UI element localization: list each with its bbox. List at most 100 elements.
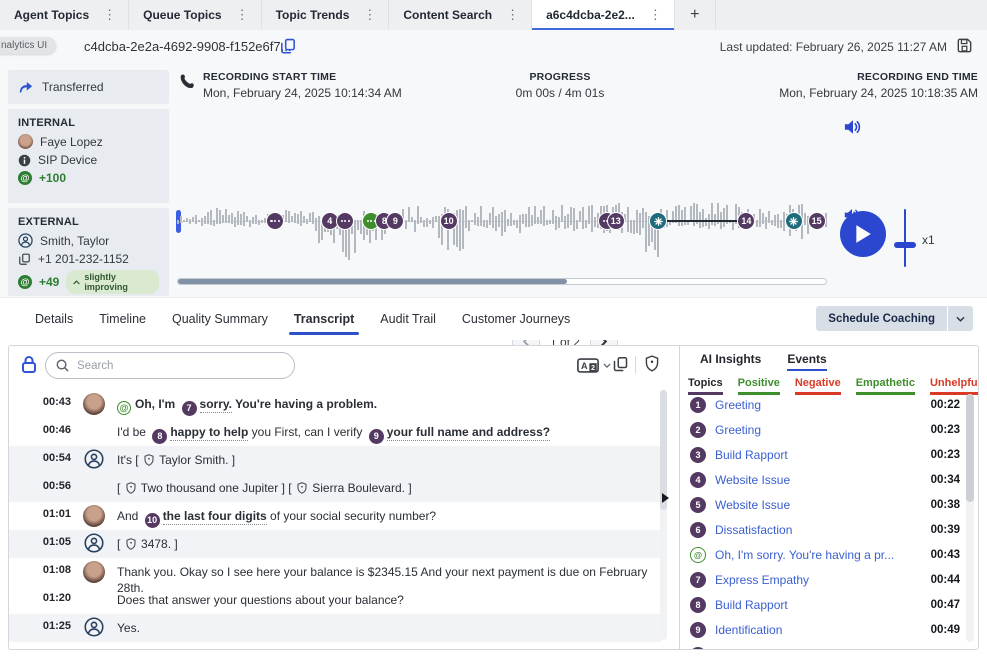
transcript-search-input[interactable] (75, 359, 284, 373)
event-row[interactable]: 7Express Empathy00:44 (680, 567, 968, 592)
copy-transcript-icon[interactable] (613, 356, 628, 373)
transcript-scrollbar-thumb[interactable] (660, 390, 667, 510)
events-scrollbar-thumb[interactable] (966, 394, 974, 502)
waveform-scrollbar-thumb[interactable] (178, 279, 567, 284)
transcript-row[interactable]: 00:56[ Two thousand one Jupiter ] [ Sier… (9, 474, 661, 502)
insights-tab-ai-insights[interactable]: AI Insights (700, 352, 761, 371)
event-badge-7[interactable]: 7 (182, 401, 197, 416)
event-number-badge: 2 (690, 422, 706, 438)
event-badge-9[interactable]: 9 (369, 429, 384, 444)
event-row[interactable]: 5Website Issue00:38 (680, 492, 968, 517)
redaction-shield-icon[interactable] (645, 355, 659, 372)
event-label-link[interactable]: Greeting (715, 398, 916, 412)
translate-icon: A2 (577, 358, 599, 373)
waveform-bar (471, 220, 473, 222)
transcript-row[interactable]: 00:54It's [ Taylor Smith. ] (9, 446, 661, 474)
event-marker-14[interactable]: 14 (737, 212, 755, 230)
segment-marker[interactable] (785, 212, 803, 230)
event-badge-10[interactable]: 10 (145, 513, 160, 528)
tab-quality-summary[interactable]: Quality Summary (159, 298, 281, 340)
waveform-scrollbar[interactable] (177, 278, 827, 285)
event-marker-15[interactable]: 15 (808, 212, 826, 230)
event-label-link[interactable]: Website Issue (715, 473, 916, 487)
speed-slider-handle[interactable] (894, 242, 916, 248)
event-label-link[interactable]: Oh, I'm sorry. You're having a pr... (715, 548, 916, 562)
overflow-marker[interactable] (336, 212, 354, 230)
event-row[interactable]: 2 Greeting00:23 (680, 417, 968, 442)
event-label-link[interactable]: Identification (715, 648, 916, 651)
event-row[interactable]: 9Identification00:49 (680, 617, 968, 642)
chevron-up-icon (73, 280, 80, 285)
event-label-link[interactable]: Build Rapport (715, 598, 916, 612)
keyphrase-text: sorry. (200, 397, 232, 413)
waveform-bar (195, 215, 197, 223)
transcript-content-container: A2 00:43@Oh, I'm 7sorry. You're having a… (8, 345, 979, 650)
event-marker-9[interactable]: 9 (386, 212, 404, 230)
browser-tab[interactable]: Queue Topics⋮ (129, 0, 261, 30)
event-label-link[interactable]: Build Rapport (715, 448, 916, 462)
event-marker-10[interactable]: 10 (440, 212, 458, 230)
event-timestamp: 00:23 (916, 424, 960, 436)
event-label-link[interactable]: Website Issue (715, 498, 916, 512)
waveform-bar (504, 210, 506, 232)
overflow-marker[interactable] (266, 212, 284, 230)
kebab-menu-icon[interactable]: ⋮ (236, 7, 249, 23)
event-row[interactable]: 8Build Rapport00:47 (680, 592, 968, 617)
kebab-menu-icon[interactable]: ⋮ (506, 7, 519, 23)
event-badge-8[interactable]: 8 (152, 429, 167, 444)
browser-tab[interactable]: Content Search⋮ (389, 0, 532, 30)
kebab-menu-icon[interactable]: ⋮ (649, 7, 662, 23)
waveform-bar (306, 219, 308, 224)
transcript-row[interactable]: 00:43@Oh, I'm 7sorry. You're having a pr… (9, 390, 661, 418)
event-row[interactable]: 6Dissatisfaction00:39 (680, 517, 968, 542)
tab-audit-trail[interactable]: Audit Trail (367, 298, 449, 340)
translate-button[interactable]: A2 (577, 358, 611, 373)
waveform-bar (756, 220, 758, 227)
waveform[interactable]: 48910131415 (177, 175, 827, 267)
redaction-shield-icon (126, 482, 136, 494)
tab-details[interactable]: Details (22, 298, 86, 340)
tab-timeline[interactable]: Timeline (86, 298, 159, 340)
transcript-scrollbar[interactable] (660, 390, 667, 640)
event-row[interactable]: 1Greeting00:22 (680, 392, 968, 417)
event-label-link[interactable]: Dissatisfaction (715, 523, 916, 537)
copy-id-icon[interactable] (280, 38, 296, 55)
new-tab-button[interactable]: + (675, 0, 716, 30)
events-scrollbar[interactable] (966, 394, 974, 642)
kebab-menu-icon[interactable]: ⋮ (363, 7, 376, 23)
event-row[interactable]: 3Build Rapport00:23 (680, 442, 968, 467)
schedule-coaching-button[interactable]: Schedule Coaching (816, 306, 947, 331)
event-marker-13[interactable]: 13 (607, 212, 625, 230)
kebab-menu-icon[interactable]: ⋮ (103, 7, 116, 23)
schedule-coaching-menu-button[interactable] (948, 306, 973, 331)
plain-text: you First, can I verify (248, 425, 365, 439)
browser-tab[interactable]: a6c4dcba-2e2...⋮ (532, 0, 675, 30)
event-label-link[interactable]: Identification (715, 623, 916, 637)
tab-transcript[interactable]: Transcript (281, 298, 367, 340)
event-label-link[interactable]: Greeting (715, 423, 916, 437)
browser-tab[interactable]: Topic Trends⋮ (262, 0, 390, 30)
transcript-row[interactable]: 01:25Yes. (9, 614, 661, 642)
browser-tab[interactable]: Agent Topics⋮ (0, 0, 129, 30)
speed-slider[interactable] (904, 209, 906, 267)
transcript-row[interactable]: 01:08Thank you. Okay so I see here your … (9, 558, 661, 586)
segment-marker[interactable] (649, 212, 667, 230)
redaction-shield-icon (144, 454, 154, 466)
panel-collapse-arrow[interactable] (662, 493, 669, 503)
transcript-row[interactable]: 01:01And 10the last four digits of your … (9, 502, 661, 530)
volume-icon[interactable] (843, 118, 863, 136)
event-row[interactable]: @Oh, I'm sorry. You're having a pr...00:… (680, 542, 968, 567)
save-icon[interactable] (956, 37, 973, 54)
transcript-row[interactable]: 01:05[ 3478. ] (9, 530, 661, 558)
event-row[interactable]: 10Identification01:01 (680, 642, 968, 650)
event-label-link[interactable]: Express Empathy (715, 573, 916, 587)
insights-tab-events[interactable]: Events (787, 352, 826, 371)
tab-customer-journeys[interactable]: Customer Journeys (449, 298, 583, 340)
play-icon (854, 224, 872, 244)
lock-icon[interactable] (21, 355, 37, 374)
event-timestamp: 00:22 (916, 399, 960, 411)
volume-icon-secondary[interactable] (843, 207, 861, 223)
waveform-bar (534, 206, 536, 224)
transcript-row[interactable]: 00:46I'd be 8happy to help you First, ca… (9, 418, 661, 446)
event-row[interactable]: 4Website Issue00:34 (680, 467, 968, 492)
